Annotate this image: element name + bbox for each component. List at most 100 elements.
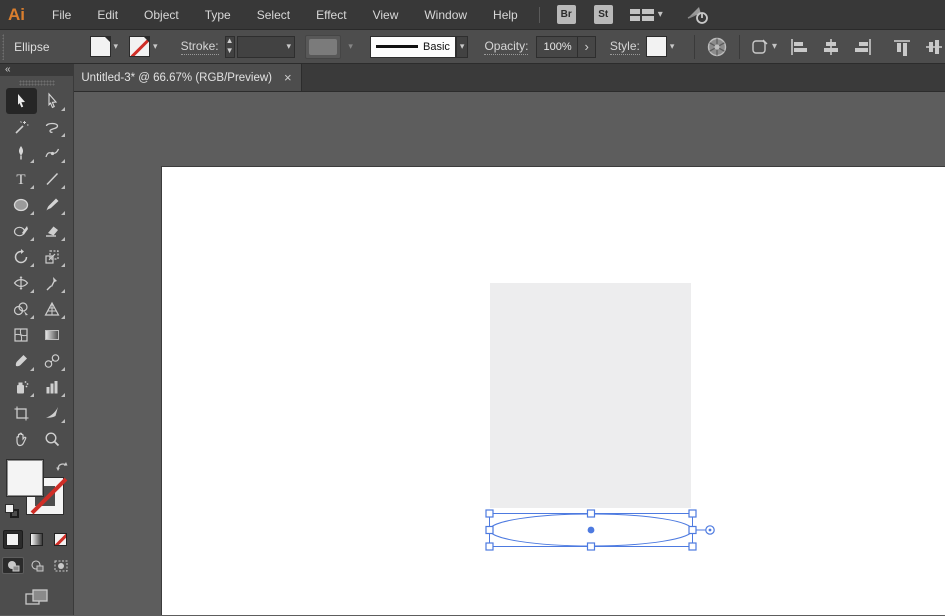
gradient-tool[interactable] — [37, 322, 68, 348]
none-button[interactable] — [51, 530, 71, 549]
draw-inside-icon — [54, 560, 68, 572]
menu-view[interactable]: View — [360, 0, 412, 30]
paintbrush-tool-icon — [43, 196, 61, 214]
opacity-control[interactable]: 100% › — [536, 36, 595, 58]
stock-button[interactable]: St — [594, 5, 613, 24]
ellipse-tool-icon — [12, 196, 30, 214]
selection-tool[interactable] — [6, 88, 37, 114]
width-profile-preview — [309, 39, 337, 55]
fill-proxy[interactable] — [7, 460, 43, 496]
eyedropper-tool[interactable] — [6, 348, 37, 374]
canvas[interactable] — [74, 92, 945, 615]
recolor-artwork-icon — [706, 36, 728, 58]
column-graph-tool[interactable] — [37, 374, 68, 400]
valign-center-icon[interactable] — [925, 38, 945, 56]
opacity-arrow-icon[interactable]: › — [577, 37, 594, 57]
collapse-panel-button[interactable]: « — [5, 64, 11, 75]
magic-wand-tool[interactable] — [6, 114, 37, 140]
workspace-switcher-icon — [630, 9, 654, 21]
menu-file[interactable]: File — [39, 0, 84, 30]
pen-tool[interactable] — [6, 140, 37, 166]
paintbrush-tool[interactable] — [37, 192, 68, 218]
artboard-tool[interactable] — [6, 400, 37, 426]
menu-help[interactable]: Help — [480, 0, 531, 30]
rectangle-shape[interactable] — [490, 283, 691, 508]
color-button[interactable] — [3, 530, 23, 549]
scale-tool[interactable] — [37, 244, 68, 270]
align-center-icon[interactable] — [821, 38, 841, 56]
menu-type[interactable]: Type — [192, 0, 244, 30]
opacity-label[interactable]: Opacity: — [484, 39, 528, 55]
bridge-button[interactable]: Br — [557, 5, 576, 24]
document-tab[interactable]: Untitled-3* @ 66.67% (RGB/Preview) × — [74, 64, 302, 91]
shape-builder-tool-icon — [12, 300, 30, 318]
gradient-button[interactable] — [27, 530, 47, 549]
brush-field: Basic — [370, 36, 456, 58]
ellipse-selection[interactable] — [479, 503, 724, 555]
style-swatch-icon — [646, 36, 667, 57]
workspace-switcher[interactable]: ▾ — [630, 9, 663, 21]
swap-fill-stroke-icon[interactable] — [55, 460, 69, 473]
curvature-tool-icon — [43, 144, 61, 162]
align-left-icon[interactable] — [789, 38, 809, 56]
brush-definition-control[interactable]: Basic ▾ — [370, 36, 469, 58]
touch-workspace-icon — [685, 5, 711, 25]
controlbar-grip[interactable] — [2, 34, 4, 60]
fill-color-control[interactable]: ▾ — [90, 36, 122, 57]
recolor-artwork-button[interactable] — [704, 34, 730, 60]
artboard-tool-icon — [12, 404, 30, 422]
chevron-down-icon: ▾ — [456, 36, 469, 58]
type-tool[interactable]: T — [6, 166, 37, 192]
tools-panel-grip[interactable] — [19, 80, 55, 86]
ellipse-tool[interactable] — [6, 192, 37, 218]
scale-tool-icon — [43, 248, 61, 266]
shape-builder-tool[interactable] — [6, 296, 37, 322]
stroke-weight-stepper[interactable]: ▲▼ — [225, 36, 235, 58]
hand-tool[interactable] — [6, 426, 37, 452]
stroke-weight-label[interactable]: Stroke: — [181, 39, 219, 55]
shaper-tool[interactable] — [6, 218, 37, 244]
menu-object[interactable]: Object — [131, 0, 192, 30]
menu-effect[interactable]: Effect — [303, 0, 359, 30]
align-right-icon[interactable] — [853, 38, 873, 56]
stroke-color-control[interactable]: ▾ — [129, 36, 161, 57]
draw-normal-button[interactable] — [2, 557, 24, 574]
graphic-style-control[interactable]: ▾ — [646, 36, 678, 57]
zoom-tool[interactable] — [37, 426, 68, 452]
draw-inside-button[interactable] — [50, 557, 72, 574]
symbol-sprayer-tool[interactable] — [6, 374, 37, 400]
style-label[interactable]: Style: — [610, 39, 640, 55]
touch-workspace-button[interactable] — [685, 5, 711, 25]
hand-tool-icon — [12, 430, 30, 448]
stroke-none-swatch-icon — [129, 36, 150, 57]
chevron-down-icon: ▾ — [658, 9, 663, 20]
close-tab-icon[interactable]: × — [282, 70, 294, 85]
shape-properties-button[interactable]: ▾ — [748, 35, 779, 59]
lasso-tool[interactable] — [37, 114, 68, 140]
rotate-tool[interactable] — [6, 244, 37, 270]
valign-top-icon[interactable] — [893, 38, 913, 56]
mesh-tool[interactable] — [6, 322, 37, 348]
width-tool[interactable] — [6, 270, 37, 296]
screen-mode-button[interactable] — [22, 588, 52, 608]
menu-edit[interactable]: Edit — [84, 0, 131, 30]
stroke-weight-combo[interactable]: ▾ — [237, 36, 296, 58]
draw-behind-button[interactable] — [26, 557, 48, 574]
menu-window[interactable]: Window — [411, 0, 480, 30]
blend-tool[interactable] — [37, 348, 68, 374]
menu-select[interactable]: Select — [244, 0, 303, 30]
perspective-grid-tool[interactable] — [37, 296, 68, 322]
selection-tool-icon — [12, 92, 30, 110]
draw-behind-icon — [30, 560, 44, 572]
puppet-warp-tool[interactable] — [37, 270, 68, 296]
slice-tool[interactable] — [37, 400, 68, 426]
line-segment-tool[interactable] — [37, 166, 68, 192]
eraser-tool[interactable] — [37, 218, 68, 244]
center-point-handle[interactable] — [588, 527, 595, 534]
direct-selection-tool[interactable] — [37, 88, 68, 114]
default-fill-stroke-icon[interactable] — [5, 504, 19, 518]
line-segment-tool-icon — [43, 170, 61, 188]
menubar-separator — [539, 7, 540, 23]
curvature-tool[interactable] — [37, 140, 68, 166]
basic-brush-stroke-icon — [376, 45, 418, 48]
